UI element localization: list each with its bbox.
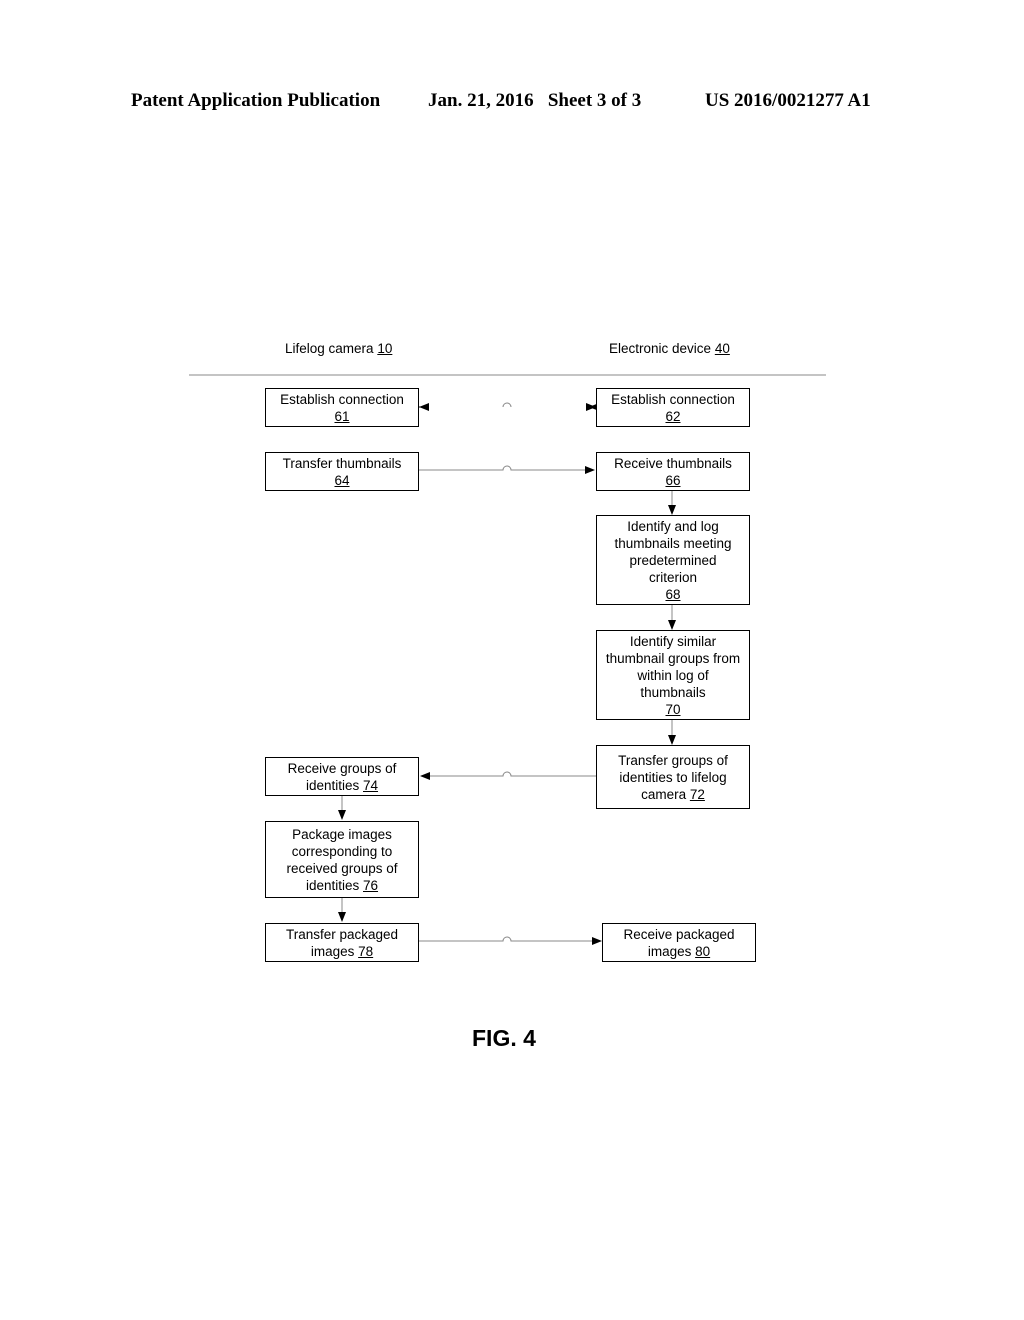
step-text: Transfer groups of identities to lifelog…	[618, 752, 728, 803]
hop-61-62	[502, 402, 512, 408]
step-text: Transfer packaged images 78	[286, 926, 398, 960]
step-text: Identify similar thumbnail groups from w…	[605, 633, 741, 700]
step-ref: 78	[358, 943, 374, 959]
step-ref: 70	[665, 701, 681, 717]
step-ref: 80	[695, 943, 711, 959]
step-80-receive-packaged-images: Receive packaged images 80	[602, 923, 756, 962]
step-text: Identify and log thumbnails meeting pred…	[614, 518, 732, 585]
connector-lines	[189, 374, 826, 945]
step-ref: 74	[363, 777, 379, 793]
step-text-main: Transfer groups of identities to lifelog…	[618, 752, 728, 802]
step-ref: 66	[665, 472, 681, 488]
step-text-main: Receive groups of identities	[287, 760, 397, 793]
step-72-transfer-groups: Transfer groups of identities to lifelog…	[596, 745, 750, 809]
figure-label: FIG. 4	[472, 1025, 536, 1051]
step-ref: 72	[689, 786, 705, 802]
step-62-establish-connection: Establish connection 62	[596, 388, 750, 427]
step-ref: 62	[665, 408, 681, 424]
step-68-identify-and-log: Identify and log thumbnails meeting pred…	[596, 515, 750, 605]
step-ref: 64	[334, 472, 350, 488]
step-text: Establish connection	[611, 391, 735, 407]
step-text-main: Package images corresponding to received…	[286, 826, 398, 893]
arrow-78-80	[419, 936, 602, 945]
step-text: Transfer thumbnails	[282, 455, 402, 471]
step-text-main: Transfer packaged images	[285, 926, 399, 959]
step-text: Receive packaged images 80	[623, 926, 734, 960]
step-78-transfer-packaged-images: Transfer packaged images 78	[265, 923, 419, 962]
arrowhead-to-62	[586, 403, 596, 411]
step-ref: 76	[363, 877, 379, 893]
arrow-72-74	[420, 771, 596, 780]
step-70-identify-similar-groups: Identify similar thumbnail groups from w…	[596, 630, 750, 720]
step-64-transfer-thumbnails: Transfer thumbnails 64	[265, 452, 419, 491]
step-66-receive-thumbnails: Receive thumbnails 66	[596, 452, 750, 491]
step-ref: 68	[665, 586, 681, 602]
step-74-receive-groups: Receive groups of identities 74	[265, 757, 419, 796]
step-text: Receive thumbnails	[614, 455, 732, 471]
step-text: Package images corresponding to received…	[286, 826, 397, 894]
step-ref: 61	[334, 408, 350, 424]
step-text: Establish connection	[280, 391, 404, 407]
step-61-establish-connection: Establish connection 61	[265, 388, 419, 427]
arrow-64-66	[419, 465, 595, 474]
step-text: Receive groups of identities 74	[288, 760, 397, 794]
step-text-main: Receive packaged images	[623, 926, 735, 959]
arrowhead-to-61	[419, 403, 429, 411]
step-76-package-images: Package images corresponding to received…	[265, 821, 419, 898]
